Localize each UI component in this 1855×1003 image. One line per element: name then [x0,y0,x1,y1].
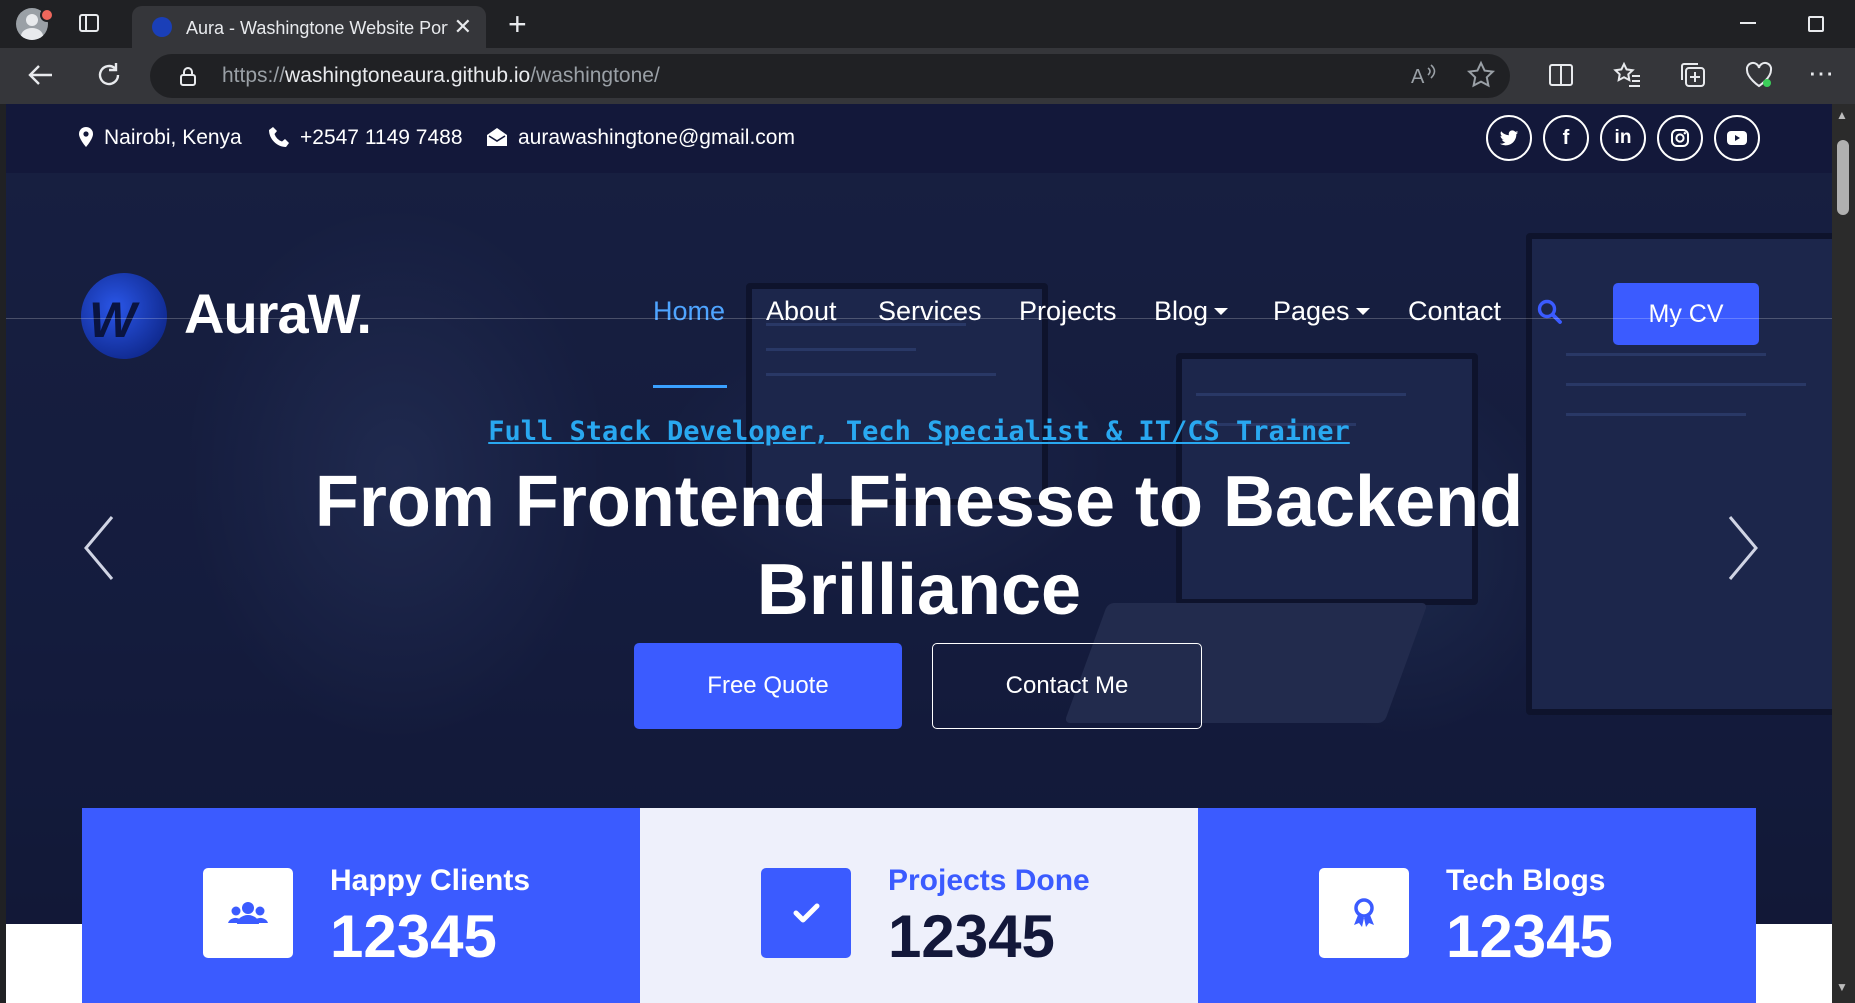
brand-name[interactable]: AuraW. [184,281,372,346]
svg-text:A: A [1411,66,1425,88]
nav-blog-label: Blog [1154,296,1209,326]
nav-home[interactable]: Home [653,296,725,327]
tab-actions-icon[interactable] [78,12,100,34]
page-viewport: Nairobi, Kenya +2547 1149 7488 aurawashi… [6,104,1832,1003]
url-scheme: https:// [222,64,286,87]
tab-title: Aura - Washingtone Website Portfolio [186,18,448,38]
split-screen-icon[interactable] [1546,60,1576,90]
caret-down-icon [1355,308,1370,315]
back-icon[interactable] [26,60,56,90]
logo-mark: W [89,292,137,348]
read-aloud-icon[interactable]: A [1408,60,1438,90]
stat-value: 12345 [888,903,1055,970]
nav-blog[interactable]: Blog [1154,296,1229,327]
linkedin-icon[interactable]: in [1600,115,1646,161]
map-pin-icon [79,127,93,147]
site-favicon-icon [152,17,172,37]
url-path: /washingtone/ [530,64,660,87]
scroll-up-icon[interactable]: ▲ [1836,108,1848,122]
minimize-icon[interactable] [1740,22,1756,24]
email-text: aurawashingtone@gmail.com [518,126,795,149]
nav-projects[interactable]: Projects [1019,296,1117,327]
page-scrollbar[interactable] [1832,104,1855,1003]
close-tab-icon[interactable]: ✕ [454,14,472,40]
new-tab-icon[interactable]: + [508,6,527,43]
users-icon [228,902,268,924]
youtube-icon[interactable] [1714,115,1760,161]
hero-headline: From Frontend Finesse to Backend Brillia… [314,462,1524,630]
twitter-icon[interactable] [1486,115,1532,161]
phone-item: +2547 1149 7488 [268,126,463,150]
award-icon [1354,898,1374,927]
nav-services[interactable]: Services [878,296,982,327]
nav-contact[interactable]: Contact [1408,296,1501,327]
nav-about[interactable]: About [766,296,837,327]
my-cv-button[interactable]: My CV [1613,283,1759,345]
url-host: washingtoneaura.github.io [285,64,531,87]
notification-dot [40,8,54,22]
carousel-prev-icon[interactable] [82,513,116,583]
envelope-open-icon [487,128,507,146]
caret-down-icon [1214,308,1229,315]
stat-card-projects-done: Projects Done 12345 [640,808,1198,1003]
stat-card-happy-clients: Happy Clients 12345 [82,808,640,1003]
reload-icon[interactable] [94,60,124,90]
stat-label: Projects Done [888,864,1090,897]
scroll-down-icon[interactable]: ▼ [1836,980,1848,994]
search-icon[interactable] [1536,298,1564,326]
hero-eyebrow[interactable]: Full Stack Developer, Tech Specialist & … [6,416,1832,447]
more-menu-icon[interactable]: ⋯ [1808,58,1834,89]
favorites-icon[interactable] [1612,60,1642,90]
navbar-divider [6,318,1832,319]
active-nav-indicator [653,385,727,388]
phone-icon [269,127,289,147]
stat-icon-box [761,868,851,958]
stat-label: Tech Blogs [1446,864,1606,897]
phone-text: +2547 1149 7488 [300,126,463,149]
stat-card-tech-blogs: Tech Blogs 12345 [1198,808,1756,1003]
check-icon [793,903,820,923]
stat-value: 12345 [330,903,497,970]
stat-label: Happy Clients [330,864,531,897]
stat-icon-box [203,868,293,958]
carousel-next-icon[interactable] [1726,513,1760,583]
facebook-icon[interactable]: f [1543,115,1589,161]
nav-pages-label: Pages [1273,296,1350,326]
lock-icon[interactable] [178,66,198,86]
restore-window-icon[interactable] [1808,16,1824,32]
email-item: aurawashingtone@gmail.com [486,126,795,150]
browser-essentials-icon[interactable] [1744,60,1774,90]
scrollbar-thumb[interactable] [1837,140,1849,215]
instagram-icon[interactable] [1657,115,1703,161]
nav-pages[interactable]: Pages [1273,296,1370,327]
contact-me-button[interactable]: Contact Me [932,643,1202,729]
stat-value: 12345 [1446,903,1613,970]
favorite-star-icon[interactable] [1466,60,1496,90]
free-quote-button[interactable]: Free Quote [634,643,902,729]
active-tab[interactable]: Aura - Washingtone Website Portfolio ✕ [132,6,486,48]
stat-icon-box [1319,868,1409,958]
url-text[interactable]: https://washingtoneaura.github.io/washin… [222,64,660,88]
location-item: Nairobi, Kenya [78,126,242,150]
collections-icon[interactable] [1678,60,1708,90]
location-text: Nairobi, Kenya [104,126,242,149]
browser-tab-strip: Aura - Washingtone Website Portfolio ✕ + [0,0,1855,48]
contact-topbar: Nairobi, Kenya +2547 1149 7488 aurawashi… [6,104,1832,173]
